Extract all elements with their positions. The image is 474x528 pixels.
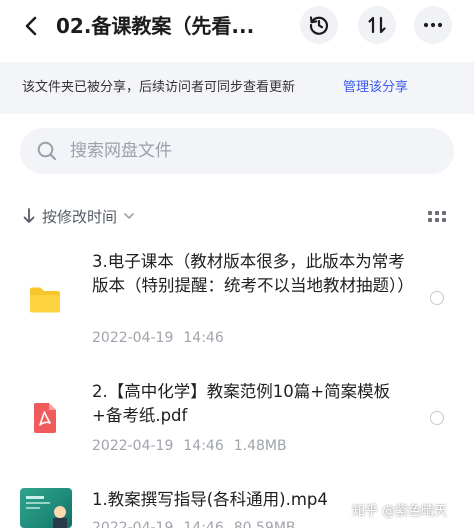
video-thumbnail-icon (26, 496, 67, 528)
search-icon (37, 141, 57, 161)
page-title: 02.备课教案（先看... (56, 14, 255, 38)
share-notice-text: 该文件夹已被分享，后续访问者可同步查看更新 (22, 80, 296, 95)
grid-view-icon[interactable] (426, 206, 448, 228)
sort-order-button[interactable] (358, 6, 396, 44)
manage-share-link[interactable]: 管理该分享 (343, 78, 408, 98)
file-size: 80.59MB (233, 520, 296, 528)
back-button[interactable] (16, 10, 48, 42)
file-time: 14:46 (183, 438, 224, 454)
history-icon (309, 16, 329, 35)
file-date: 2022-04-19 (92, 438, 174, 454)
file-date: 2022-04-19 (92, 520, 174, 528)
share-notice-bar: 该文件夹已被分享，后续访问者可同步查看更新 管理该分享 (0, 62, 474, 114)
watermark-text: 知乎 @紫色晴天 (352, 504, 448, 519)
file-size: 1.48MB (233, 438, 287, 454)
arrow-down-icon (23, 208, 35, 223)
file-name: 2.【高中化学】教案范例10篇+简案模板+备考纸.pdf (92, 382, 391, 425)
select-checkbox[interactable] (430, 411, 444, 425)
search-placeholder: 搜索网盘文件 (70, 141, 172, 161)
chevron-left-icon (25, 16, 37, 36)
file-time: 14:46 (183, 520, 224, 528)
file-meta: 2022-04-19 14:46 1.48MB (92, 436, 297, 456)
chevron-down-icon (124, 213, 134, 219)
list-item[interactable]: 2.【高中化学】教案范例10篇+简案模板+备考纸.pdf 2022-04-19 1… (0, 376, 474, 462)
more-icon (423, 22, 443, 28)
file-time: 14:46 (183, 330, 224, 346)
sort-dropdown[interactable]: 按修改时间 (22, 204, 135, 228)
file-meta: 2022-04-19 14:46 80.59MB (92, 518, 306, 528)
more-button[interactable] (414, 6, 452, 44)
file-date: 2022-04-19 (92, 330, 174, 346)
file-name: 3.电子课本（教材版本很多，此版本为常考版本（特别提醒：统考不以当地教材抽题）） (92, 252, 414, 295)
select-checkbox[interactable] (430, 291, 444, 305)
file-meta: 2022-04-19 14:46 (92, 328, 234, 348)
header-bar: 02.备课教案（先看... (0, 0, 474, 52)
video-thumbnail (20, 488, 72, 528)
pdf-icon (34, 403, 56, 433)
folder-icon (30, 287, 60, 313)
list-item[interactable]: 3.电子课本（教材版本很多，此版本为常考版本（特别提醒：统考不以当地教材抽题））… (0, 246, 474, 356)
history-button[interactable] (300, 6, 338, 44)
sort-toggle-icon (368, 16, 386, 34)
sort-label: 按修改时间 (42, 207, 118, 226)
search-input[interactable]: 搜索网盘文件 (20, 128, 454, 174)
